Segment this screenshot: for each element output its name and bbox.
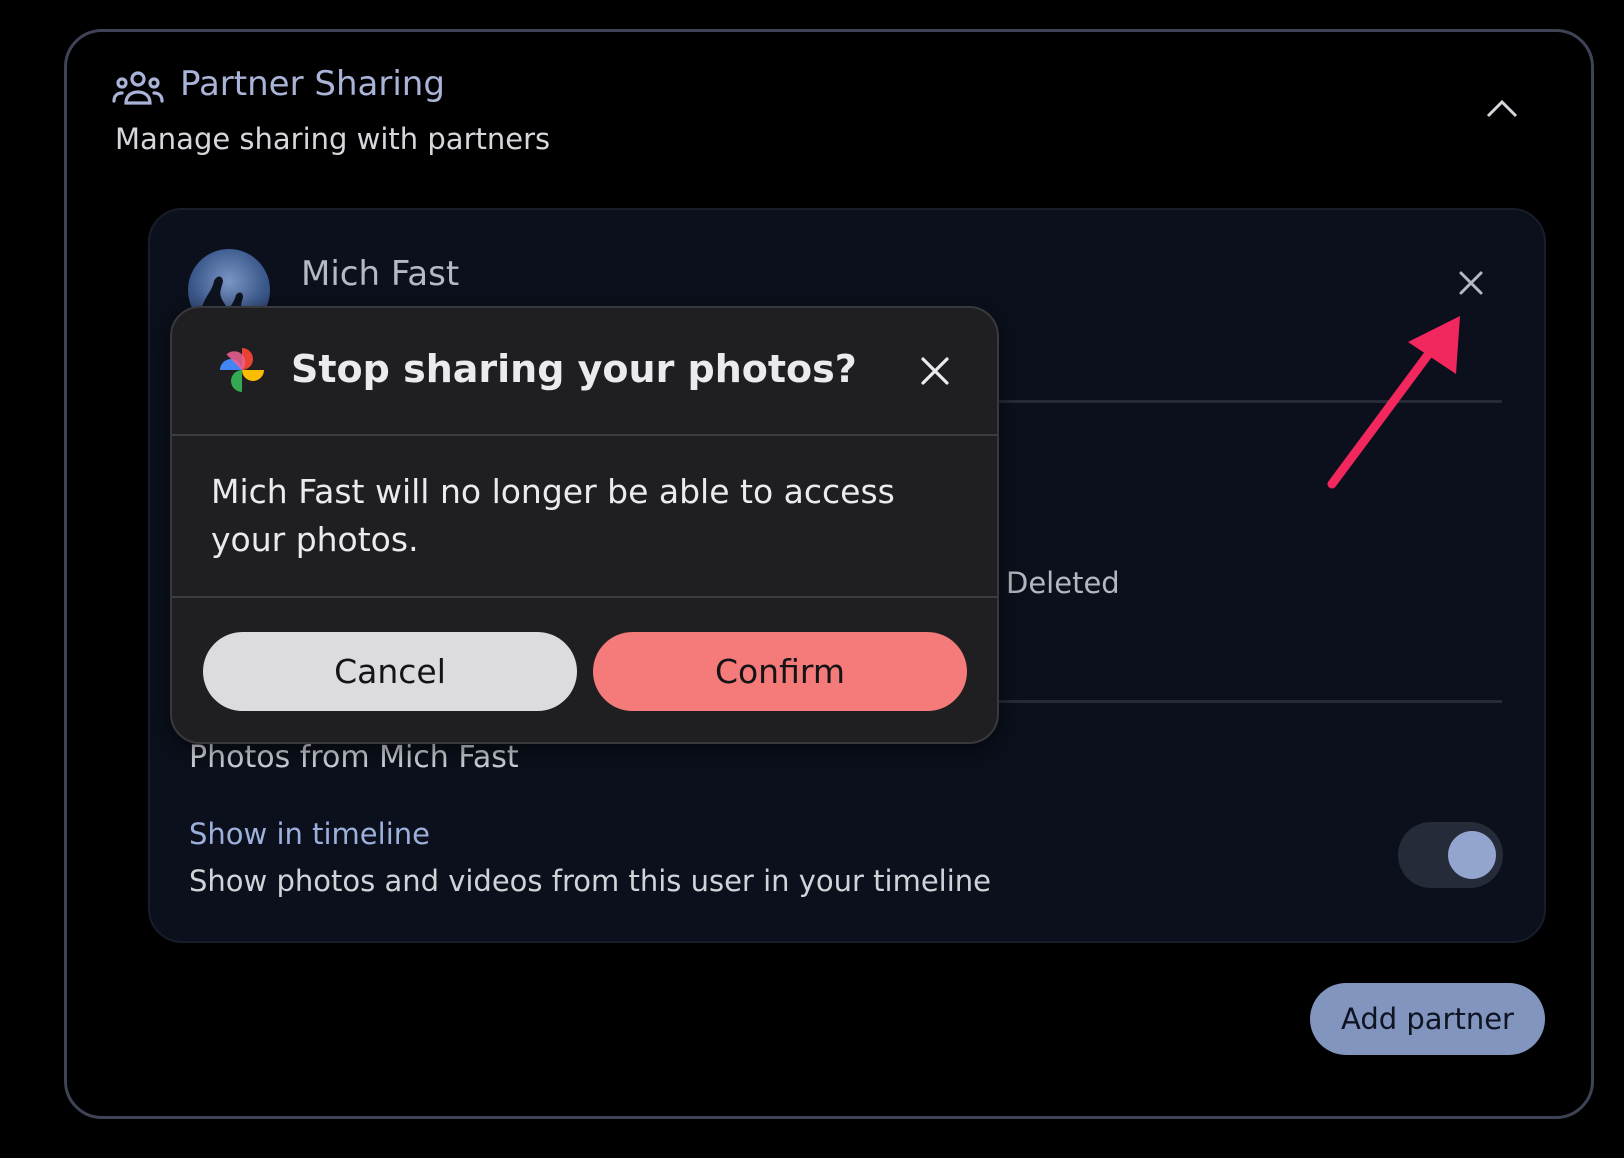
close-icon[interactable] bbox=[918, 354, 952, 388]
show-in-timeline-description: Show photos and videos from this user in… bbox=[189, 864, 992, 898]
add-partner-button[interactable]: Add partner bbox=[1310, 983, 1545, 1055]
panel-subtitle: Manage sharing with partners bbox=[115, 122, 551, 156]
show-in-timeline-toggle[interactable] bbox=[1398, 822, 1503, 888]
people-icon bbox=[112, 71, 164, 105]
toggle-knob bbox=[1448, 831, 1496, 879]
deleted-label: Deleted bbox=[1006, 566, 1120, 600]
partner-name: Mich Fast bbox=[301, 254, 460, 294]
dialog-message: Mich Fast will no longer be able to acce… bbox=[211, 472, 895, 559]
dialog-title: Stop sharing your photos? bbox=[291, 347, 857, 391]
dialog-divider bbox=[172, 596, 997, 598]
annotation-arrow-icon bbox=[1327, 316, 1460, 489]
panel-title: Partner Sharing bbox=[180, 64, 445, 104]
dialog-divider bbox=[172, 434, 997, 436]
photos-from-heading: Photos from Mich Fast bbox=[189, 740, 519, 775]
show-in-timeline-label: Show in timeline bbox=[189, 817, 430, 851]
chevron-up-icon[interactable] bbox=[1480, 94, 1524, 124]
photos-logo-icon bbox=[220, 348, 264, 392]
card-divider bbox=[999, 700, 1502, 703]
confirm-button[interactable]: Confirm bbox=[593, 632, 967, 711]
close-icon[interactable] bbox=[1456, 268, 1486, 298]
cancel-button[interactable]: Cancel bbox=[203, 632, 577, 711]
